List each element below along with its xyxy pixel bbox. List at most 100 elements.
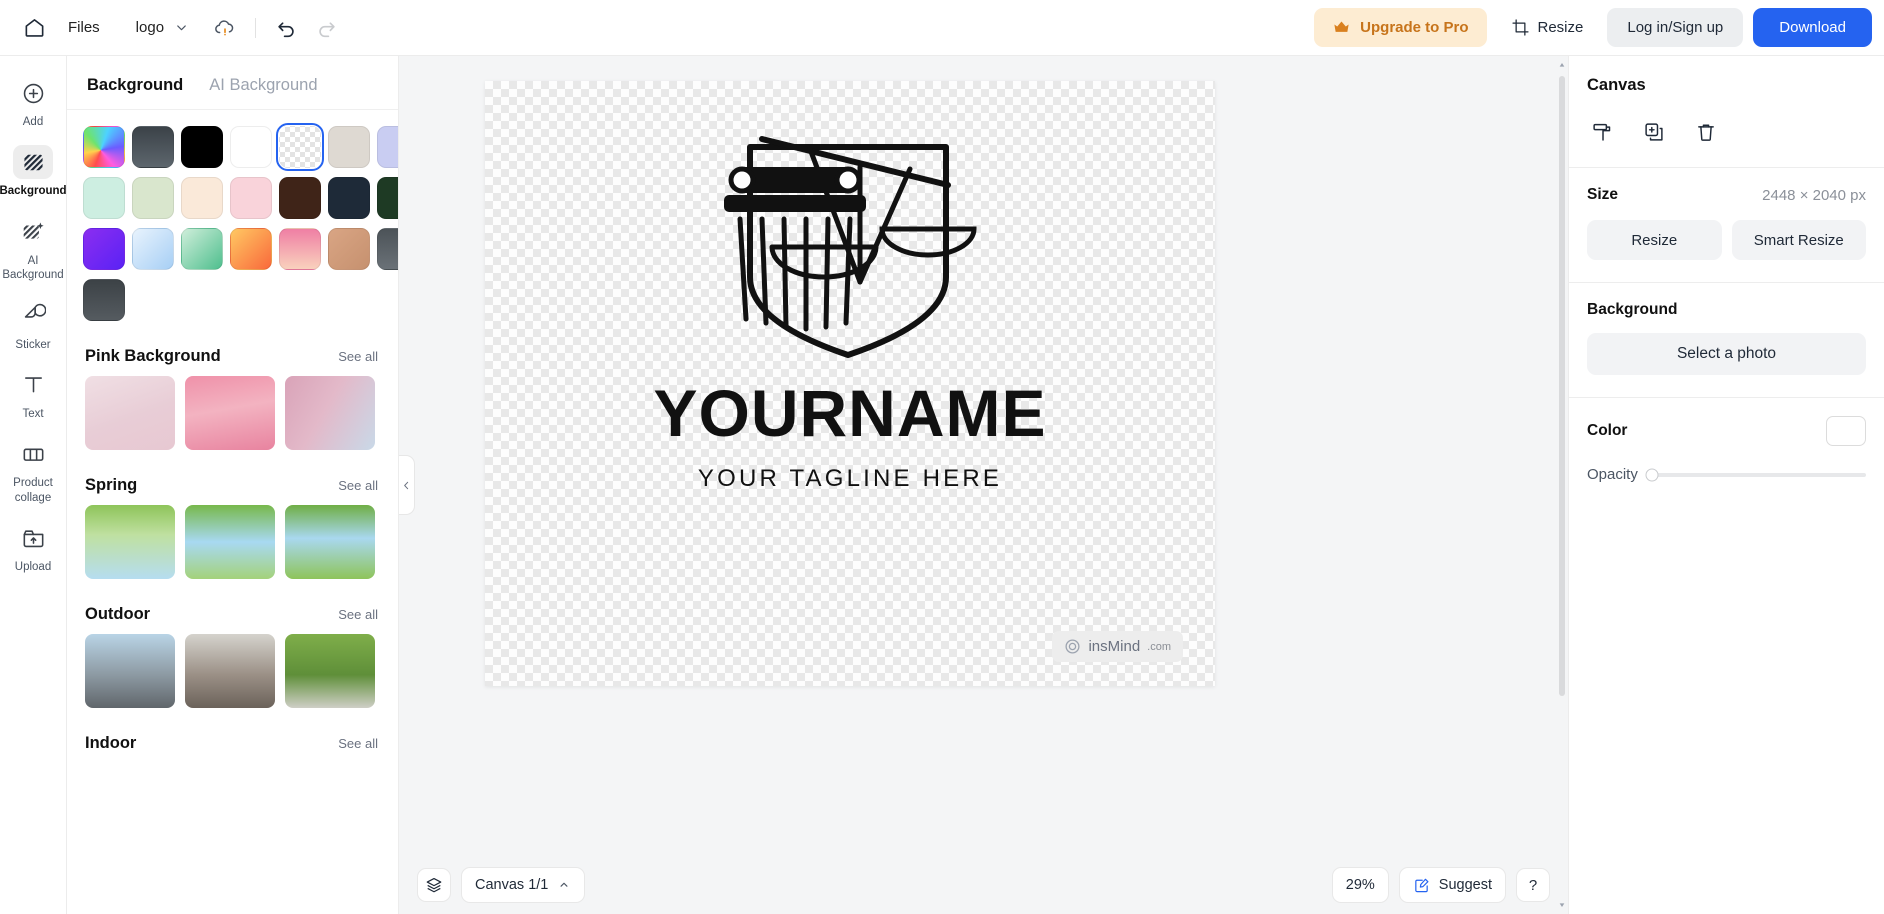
undo-icon[interactable] — [266, 8, 306, 48]
duplicate-icon[interactable] — [1639, 117, 1669, 147]
home-icon[interactable] — [14, 8, 54, 48]
swatch-purple-gradient[interactable] — [83, 228, 125, 270]
swatch-rainbow-gradient[interactable] — [83, 126, 125, 168]
scroll-up-arrow-icon[interactable] — [1558, 60, 1566, 70]
thumbnail-outdoor-paris-street[interactable] — [185, 634, 275, 708]
cloud-warning-icon[interactable] — [205, 8, 245, 48]
thumbnail-row — [67, 634, 398, 708]
see-all-link[interactable]: See all — [338, 349, 378, 364]
swatch-transparent[interactable] — [276, 123, 324, 171]
swatch-mint[interactable] — [83, 177, 125, 219]
tab-ai-background[interactable]: AI Background — [209, 76, 317, 95]
watermark: insMind .com — [1052, 631, 1183, 662]
swatch-blush-pink[interactable] — [230, 177, 272, 219]
trash-icon[interactable] — [1691, 117, 1721, 147]
canvas-properties-panel: Canvas Size 2448 × 2040 px Resize Smart … — [1568, 56, 1884, 914]
swatch-slate-gray-gradient[interactable] — [377, 228, 398, 270]
swatch-pink-gradient[interactable] — [279, 228, 321, 270]
section-title: Indoor — [85, 734, 137, 752]
stripes-sparkle-icon — [13, 215, 53, 249]
thumbnail-outdoor-city-road[interactable] — [85, 634, 175, 708]
color-swatch-picker[interactable] — [1826, 416, 1866, 446]
rail-item-ai-background[interactable]: AI Background — [2, 209, 64, 291]
swatch-tan-gradient[interactable] — [328, 228, 370, 270]
rail-item-sticker[interactable]: Sticker — [3, 293, 63, 360]
thumbnail-row — [67, 376, 398, 450]
resize-button-panel[interactable]: Resize — [1587, 220, 1722, 260]
swatch-green-gradient[interactable] — [181, 228, 223, 270]
upgrade-to-pro-button[interactable]: Upgrade to Pro — [1314, 8, 1487, 47]
select-a-photo-button[interactable]: Select a photo — [1587, 333, 1866, 375]
paint-roller-icon[interactable] — [1587, 117, 1617, 147]
stage-scrollbar-thumb[interactable] — [1559, 76, 1565, 696]
stage-scrollbar[interactable] — [1558, 60, 1566, 910]
workspace: Add Background AI Background Sticker Tex… — [0, 56, 1884, 914]
files-menu[interactable]: Files — [54, 19, 114, 36]
resize-button[interactable]: Resize — [1497, 8, 1598, 47]
help-button[interactable]: ? — [1516, 868, 1550, 902]
swatch-sage[interactable] — [132, 177, 174, 219]
swatch-black[interactable] — [181, 126, 223, 168]
swatch-navy-charcoal[interactable] — [328, 177, 370, 219]
see-all-link[interactable]: See all — [338, 736, 378, 751]
swatch-forest-green[interactable] — [377, 177, 398, 219]
opacity-label: Opacity — [1587, 466, 1638, 483]
left-rail: Add Background AI Background Sticker Tex… — [0, 56, 67, 914]
zoom-level[interactable]: 29% — [1331, 867, 1389, 903]
canvas-stage[interactable]: YOURNAME YOUR TAGLINE HERE insMind .com — [399, 56, 1568, 914]
layers-icon[interactable] — [417, 868, 451, 902]
swatch-white[interactable] — [230, 126, 272, 168]
opacity-slider[interactable] — [1645, 468, 1866, 481]
smart-resize-button[interactable]: Smart Resize — [1731, 220, 1866, 260]
thumbnail-spring-green-leaves-sky[interactable] — [85, 505, 175, 579]
rail-item-upload[interactable]: Upload — [3, 515, 63, 582]
rail-item-background[interactable]: Background — [0, 139, 66, 206]
swatch-beige[interactable] — [328, 126, 370, 168]
opacity-row: Opacity — [1587, 466, 1866, 483]
tab-background[interactable]: Background — [87, 76, 183, 95]
rail-label-ai-background: AI Background — [2, 254, 64, 282]
swatch-orange-gradient[interactable] — [230, 228, 272, 270]
suggest-button[interactable]: Suggest — [1398, 867, 1506, 903]
swatch-charcoal-gradient[interactable] — [83, 279, 125, 321]
login-signup-button[interactable]: Log in/Sign up — [1607, 8, 1744, 47]
chevron-down-icon[interactable] — [174, 20, 189, 35]
rail-item-add[interactable]: Add — [3, 70, 63, 137]
swatch-lavender[interactable] — [377, 126, 398, 168]
canvas-label: Canvas 1/1 — [475, 877, 549, 893]
swatch-dark-gray-gradient[interactable] — [132, 126, 174, 168]
section-header: Indoor See all — [67, 708, 398, 763]
scroll-down-arrow-icon[interactable] — [1558, 900, 1566, 910]
rail-item-product-collage[interactable]: Product collage — [3, 431, 63, 513]
logo-artwork: YOURNAME YOUR TAGLINE HERE — [485, 107, 1215, 493]
section-title: Outdoor — [85, 605, 151, 623]
swatch-dark-brown[interactable] — [279, 177, 321, 219]
collapse-panel-handle[interactable] — [399, 455, 415, 515]
see-all-link[interactable]: See all — [338, 478, 378, 493]
rail-label-upload: Upload — [14, 561, 52, 573]
thumbnail-spring-branch-blue-sky[interactable] — [185, 505, 275, 579]
canvas-selector[interactable]: Canvas 1/1 — [461, 867, 586, 903]
panel-scroll-area[interactable]: Pink Background See all Spring See all Outdo… — [67, 110, 398, 914]
swatch-light-blue-gradient[interactable] — [132, 228, 174, 270]
rail-label-text: Text — [22, 407, 44, 420]
redo-icon[interactable] — [306, 8, 346, 48]
text-t-icon — [13, 368, 53, 402]
suggest-label: Suggest — [1438, 877, 1492, 893]
artboard[interactable]: YOURNAME YOUR TAGLINE HERE insMind .com — [485, 81, 1215, 686]
thumbnail-spring-bench-meadow[interactable] — [285, 505, 375, 579]
swatch-cream[interactable] — [181, 177, 223, 219]
document-name[interactable]: logo — [114, 19, 164, 36]
color-swatch-grid — [67, 123, 398, 321]
thumbnail-pink-window-curtain[interactable] — [285, 376, 375, 450]
thumbnail-pink-floral-podium[interactable] — [185, 376, 275, 450]
thumbnail-outdoor-forest-path[interactable] — [285, 634, 375, 708]
rail-item-text[interactable]: Text — [3, 362, 63, 429]
download-button[interactable]: Download — [1753, 8, 1872, 47]
canvas-tool-buttons — [1587, 117, 1866, 147]
section-header: Pink Background See all — [67, 321, 398, 376]
thumbnail-pink-blossom-wall[interactable] — [85, 376, 175, 450]
see-all-link[interactable]: See all — [338, 607, 378, 622]
opacity-slider-knob[interactable] — [1645, 468, 1659, 481]
bottom-toolbar: Canvas 1/1 29% Suggest ? — [399, 856, 1568, 914]
